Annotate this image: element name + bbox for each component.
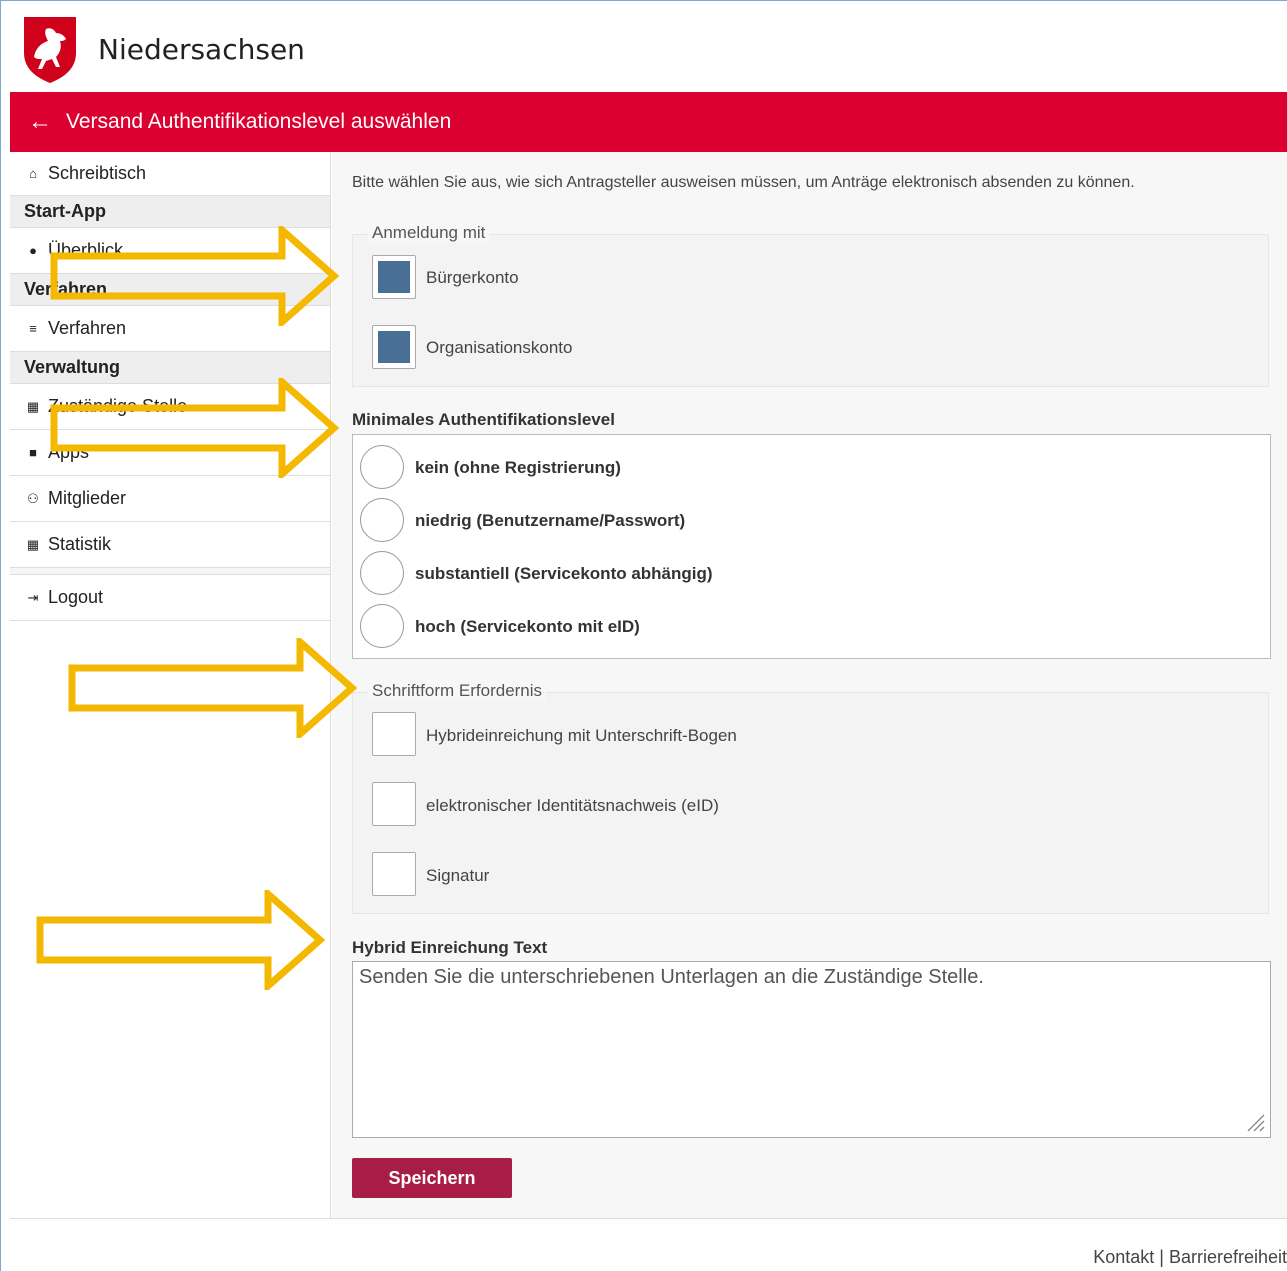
- authlevel-title: Minimales Authentifikationslevel: [352, 410, 615, 429]
- back-arrow-icon[interactable]: ←: [28, 110, 52, 134]
- radio-kein[interactable]: [360, 445, 404, 489]
- buergerkonto-label: Bürgerkonto: [426, 268, 519, 287]
- eid-label: elektronischer Identitätsnachweis (eID): [426, 796, 719, 815]
- sidebar-item-statistik[interactable]: ▦ Statistik: [10, 522, 330, 568]
- sidebar-item-label: Logout: [48, 587, 104, 607]
- annotation-arrow-icon: [36, 890, 326, 990]
- signatur-label: Signatur: [426, 866, 490, 885]
- eid-checkbox[interactable]: [372, 782, 416, 826]
- home-icon: ⌂: [29, 166, 37, 181]
- annotation-arrow-icon: [50, 226, 340, 326]
- title-bar: ← Versand Authentifikationslevel auswähl…: [10, 92, 1287, 152]
- intro-text: Bitte wählen Sie aus, wie sich Antragste…: [352, 174, 1135, 191]
- building-icon: ▦: [26, 398, 40, 414]
- save-button[interactable]: Speichern: [352, 1158, 512, 1198]
- radio-kein-label: kein (ohne Registrierung): [415, 458, 621, 477]
- sidebar-item-label: Schreibtisch: [48, 163, 147, 183]
- anmeldung-legend: Anmeldung mit: [368, 223, 490, 243]
- sidebar-item-label: Statistik: [48, 534, 112, 554]
- trophy-icon: ●: [29, 243, 37, 258]
- hybrid-text-input[interactable]: Senden Sie die unterschriebenen Unterlag…: [352, 961, 1271, 1138]
- sidebar-item-logout[interactable]: ⇥ Logout: [10, 575, 330, 621]
- hybrid-text-title: Hybrid Einreichung Text: [352, 938, 548, 957]
- resize-grip-icon[interactable]: [1244, 1111, 1266, 1133]
- footer: Kontakt | Barrierefreiheit: [10, 1218, 1287, 1271]
- brand-name: Niedersachsen: [98, 32, 305, 66]
- radio-niedrig[interactable]: [360, 498, 404, 542]
- anmeldung-fieldset: [352, 234, 1269, 387]
- annotation-arrow-icon: [68, 638, 358, 738]
- sidebar-heading-start-app: Start-App: [10, 196, 330, 228]
- annotation-arrow-icon: [50, 378, 340, 478]
- radio-hoch-label: hoch (Servicekonto mit eID): [415, 617, 640, 636]
- sidebar-item-schreibtisch[interactable]: ⌂ Schreibtisch: [10, 152, 330, 196]
- page-title: Versand Authentifikationslevel auswählen: [66, 110, 452, 133]
- building-icon: ▦: [26, 536, 40, 552]
- radio-niedrig-label: niedrig (Benutzername/Passwort): [415, 511, 686, 530]
- sidebar-divider: [10, 568, 330, 575]
- radio-hoch[interactable]: [360, 604, 404, 648]
- radio-substantiell[interactable]: [360, 551, 404, 595]
- checkbox-fill: [378, 261, 410, 293]
- schriftform-legend: Schriftform Erfordernis: [368, 681, 547, 701]
- hybrideinreichung-label: Hybrideinreichung mit Unterschrift-Bogen: [426, 726, 737, 745]
- organisationskonto-checkbox[interactable]: [372, 325, 416, 369]
- radio-substantiell-label: substantiell (Servicekonto abhängig): [415, 564, 713, 583]
- site-header: Niedersachsen: [10, 8, 1287, 90]
- hybrideinreichung-checkbox[interactable]: [372, 712, 416, 756]
- footer-links[interactable]: Kontakt | Barrierefreiheit: [1093, 1247, 1287, 1268]
- book-icon: ■: [29, 445, 37, 460]
- users-icon: ⚇: [27, 490, 39, 506]
- organisationskonto-label: Organisationskonto: [426, 338, 573, 357]
- signatur-checkbox[interactable]: [372, 852, 416, 896]
- checkbox-fill: [378, 331, 410, 363]
- sidebar-item-label: Mitglieder: [48, 488, 127, 508]
- main-content: Bitte wählen Sie aus, wie sich Antragste…: [332, 152, 1287, 1218]
- logout-icon: ⇥: [27, 589, 39, 605]
- list-icon: ≡: [29, 321, 37, 336]
- buergerkonto-checkbox[interactable]: [372, 255, 416, 299]
- horse-crest-icon: [24, 17, 76, 83]
- sidebar-item-mitglieder[interactable]: ⚇ Mitglieder: [10, 476, 330, 522]
